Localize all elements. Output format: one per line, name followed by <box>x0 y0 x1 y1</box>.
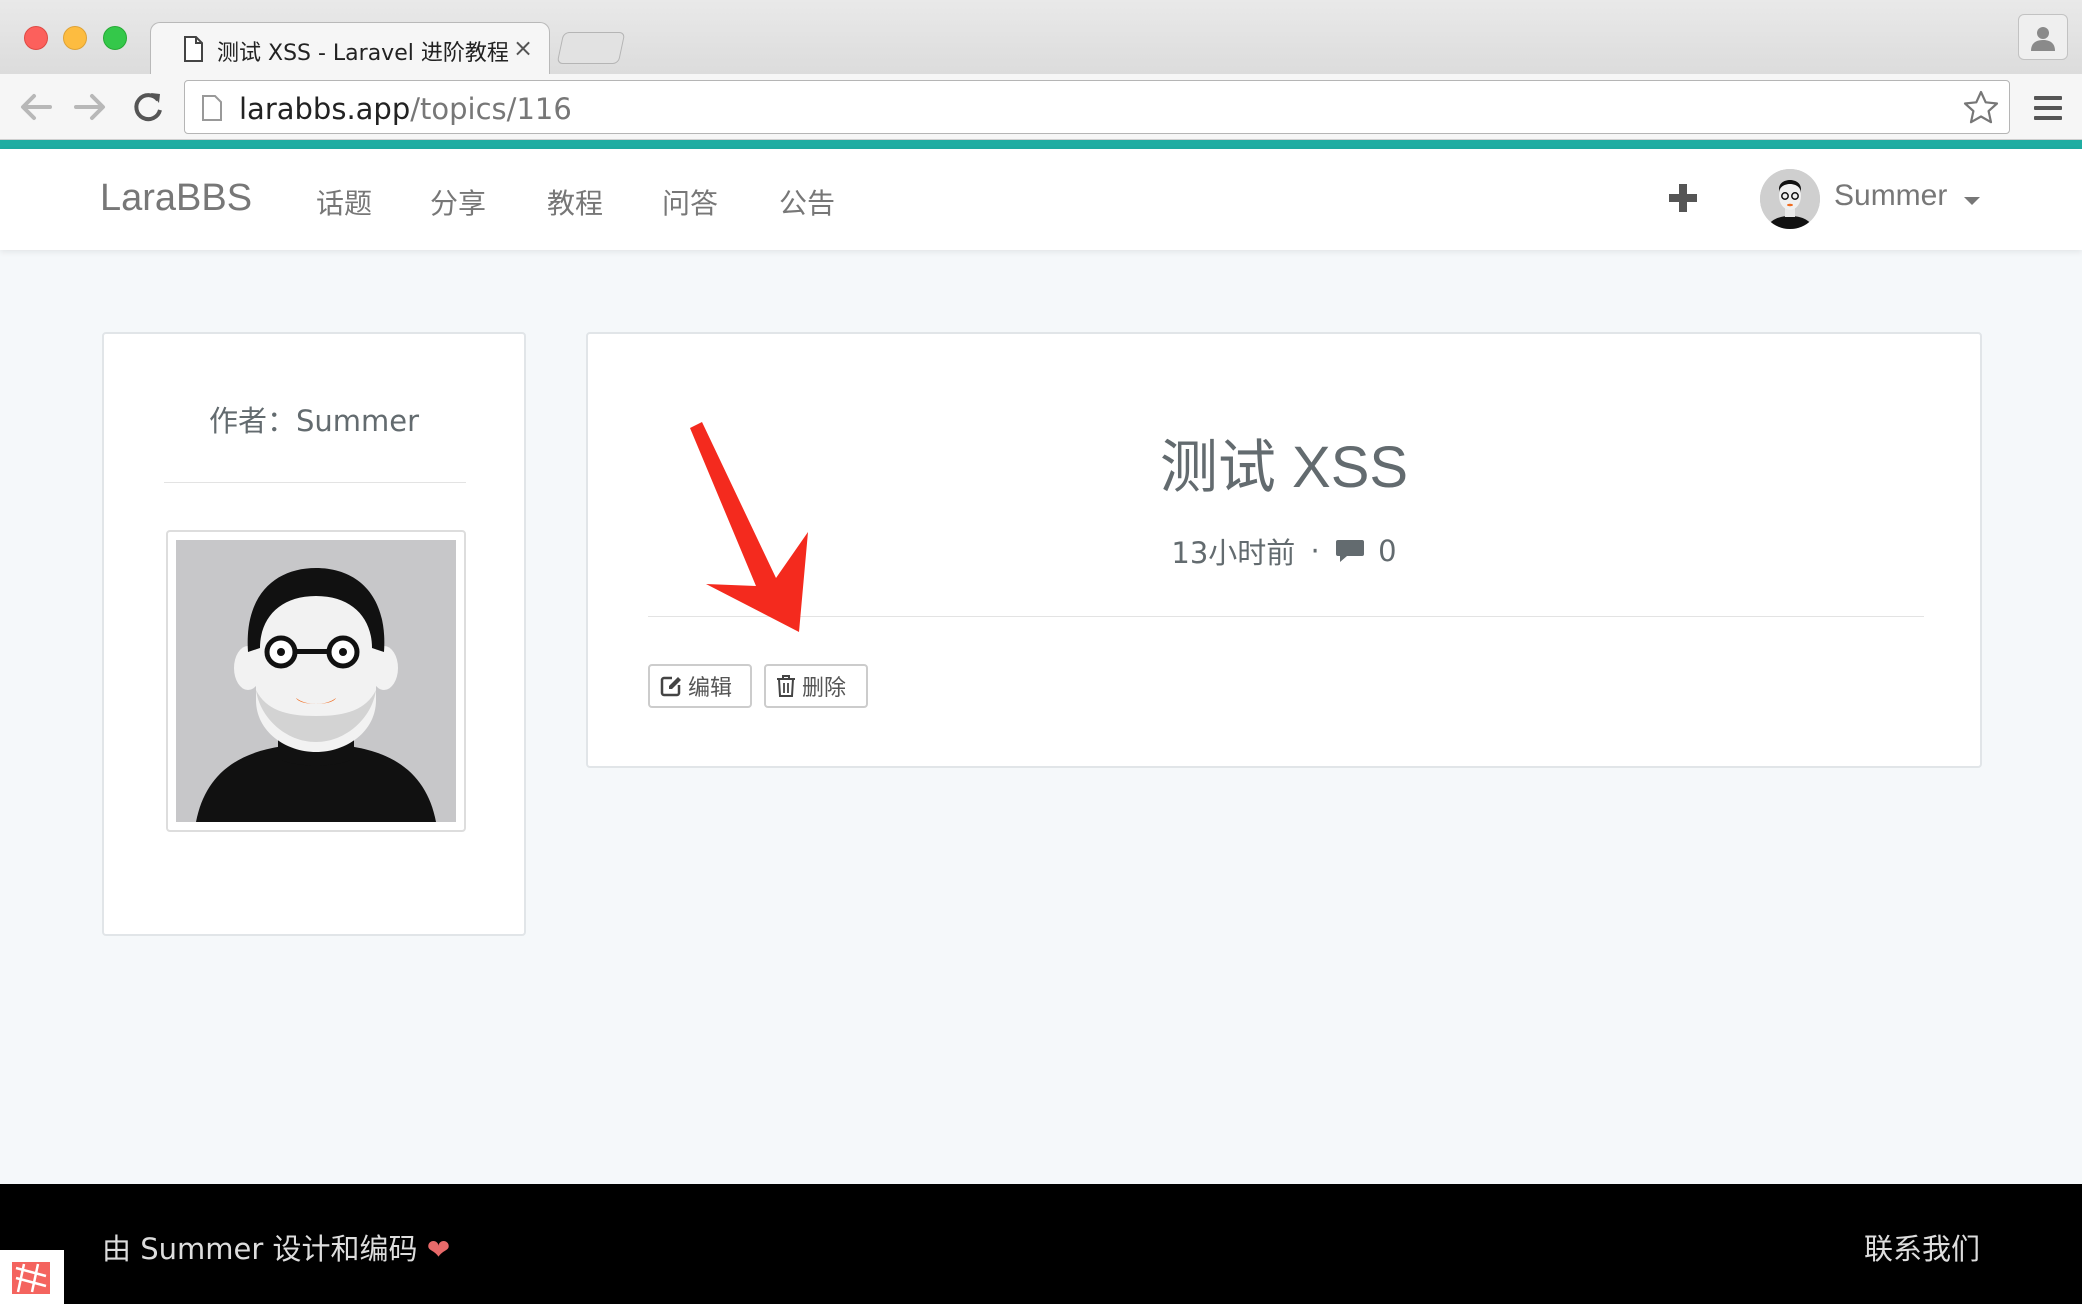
browser-tab-bar: 测试 XSS - Laravel 进阶教程 × <box>0 0 2082 76</box>
tab-close-icon[interactable]: × <box>513 34 533 62</box>
delete-label: 删除 <box>802 676 847 701</box>
tab-title: 测试 XSS - Laravel 进阶教程 <box>217 41 509 66</box>
nav-link-announcements[interactable]: 公告 <box>779 182 835 222</box>
footer-credit: 由 Summer 设计和编码 ❤ <box>102 1226 450 1268</box>
reply-count: 0 <box>1378 534 1397 568</box>
nav-link-share[interactable]: 分享 <box>430 182 486 222</box>
url-path: /topics/116 <box>410 92 572 126</box>
heart-icon: ❤ <box>426 1233 451 1266</box>
edit-icon <box>660 676 681 697</box>
footer-credit-text: 由 Summer 设计和编码 <box>102 1232 418 1266</box>
laravel-logo-icon <box>0 1250 64 1304</box>
browser-tab[interactable]: 测试 XSS - Laravel 进阶教程 × <box>150 22 550 76</box>
user-name[interactable]: Summer <box>1834 179 1947 213</box>
chevron-down-icon[interactable] <box>1964 197 1980 205</box>
zoom-window-button[interactable] <box>103 26 127 50</box>
url-host: larabbs.app <box>239 92 411 126</box>
browser-toolbar: larabbs.app/topics/116 <box>0 74 2082 140</box>
comment-icon <box>1335 540 1364 562</box>
divider <box>164 482 466 483</box>
accent-line <box>0 140 2082 149</box>
topic-time: 13小时前 <box>1171 536 1296 570</box>
page-icon <box>201 95 223 121</box>
site-brand[interactable]: LaraBBS <box>100 177 252 220</box>
forward-arrow-icon[interactable] <box>72 90 108 124</box>
author-avatar[interactable] <box>166 530 466 832</box>
delete-button[interactable]: 删除 <box>764 664 868 708</box>
profile-button[interactable] <box>2018 14 2068 60</box>
profile-icon <box>2031 27 2055 51</box>
hamburger-menu-icon[interactable] <box>2032 94 2064 122</box>
url-text[interactable]: larabbs.app/topics/116 <box>239 92 572 126</box>
new-tab-button[interactable] <box>556 32 626 64</box>
reload-icon[interactable] <box>132 90 164 124</box>
divider <box>648 616 1924 617</box>
avatar[interactable] <box>1760 169 1820 229</box>
page-icon <box>183 36 203 62</box>
author-label: 作者：Summer <box>208 404 420 438</box>
contact-link[interactable]: 联系我们 <box>1864 1226 1980 1268</box>
nav-link-tutorials[interactable]: 教程 <box>547 182 603 222</box>
meta-separator: · <box>1310 534 1320 568</box>
nav-link-qa[interactable]: 问答 <box>662 182 718 222</box>
star-icon[interactable] <box>1963 90 1999 124</box>
site-navbar: LaraBBS 话题 分享 教程 问答 公告 Summer <box>0 149 2082 250</box>
address-bar[interactable]: larabbs.app/topics/116 <box>184 80 2010 134</box>
trash-icon <box>777 675 795 697</box>
author-card: 作者：Summer <box>102 332 526 936</box>
edit-button[interactable]: 编辑 <box>648 664 752 708</box>
close-window-button[interactable] <box>24 26 48 50</box>
edit-label: 编辑 <box>688 676 733 701</box>
annotation-arrow-icon <box>690 422 808 632</box>
back-arrow-icon[interactable] <box>18 90 54 124</box>
nav-link-topics[interactable]: 话题 <box>316 182 372 222</box>
minimize-window-button[interactable] <box>63 26 87 50</box>
plus-icon[interactable] <box>1668 183 1698 213</box>
site-footer: 由 Summer 设计和编码 ❤ 联系我们 <box>0 1184 2082 1304</box>
